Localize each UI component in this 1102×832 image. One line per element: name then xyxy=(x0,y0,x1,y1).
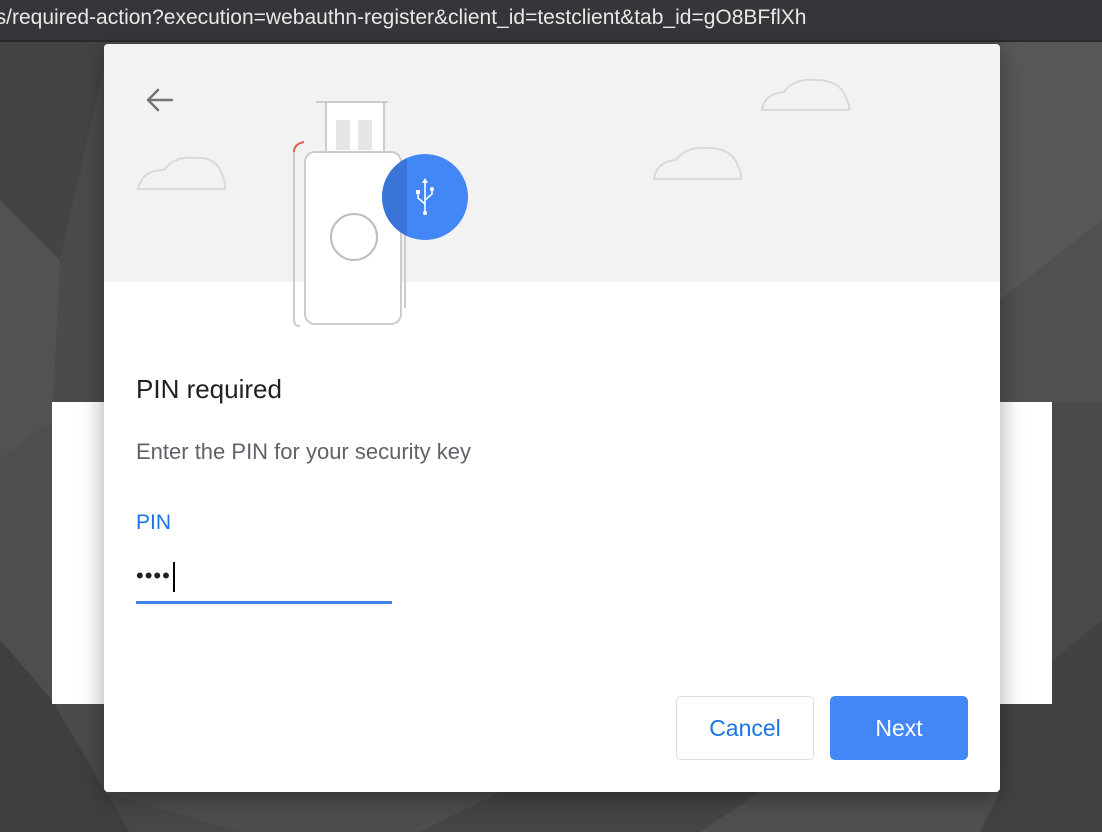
text-caret xyxy=(172,562,175,592)
usb-icon xyxy=(382,154,468,240)
address-bar-url: ns/required-action?execution=webauthn-re… xyxy=(0,6,807,29)
cloud-icon xyxy=(652,146,743,180)
cancel-button[interactable]: Cancel xyxy=(676,696,814,760)
next-button[interactable]: Next xyxy=(830,696,968,760)
pin-value: •••• xyxy=(136,562,175,592)
cloud-icon xyxy=(760,78,851,111)
cloud-icon xyxy=(136,156,227,190)
address-bar[interactable]: ns/required-action?execution=webauthn-re… xyxy=(0,0,1102,42)
dialog-title: PIN required xyxy=(136,374,282,404)
back-button[interactable] xyxy=(140,80,180,120)
pin-label: PIN xyxy=(136,511,172,534)
arrow-left-icon xyxy=(146,88,174,112)
pin-input[interactable]: •••• xyxy=(136,556,392,604)
security-key-illustration xyxy=(136,78,851,327)
pin-dialog: PIN required Enter the PIN for your secu… xyxy=(104,44,1000,792)
dialog-subtitle: Enter the PIN for your security key xyxy=(136,439,472,464)
